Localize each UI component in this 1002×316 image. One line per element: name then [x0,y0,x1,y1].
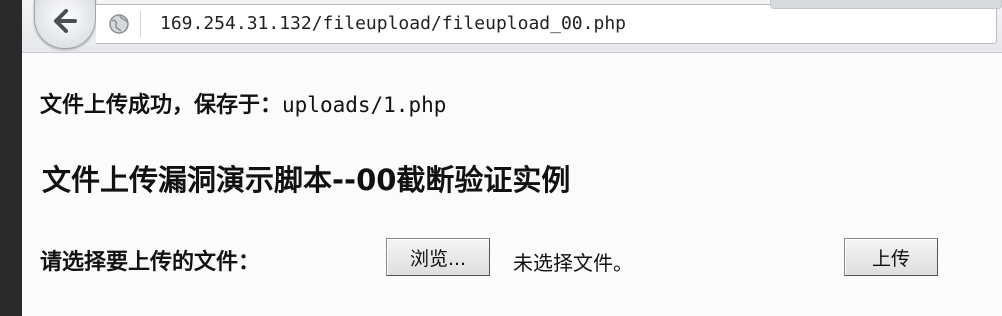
browser-window: 169.254.31.132/fileupload/fileupload_00.… [22,0,1002,316]
globe-icon [109,14,129,34]
upload-button[interactable]: 上传 [844,238,938,276]
page-content: 文件上传成功，保存于：uploads/1.php 文件上传漏洞演示脚本--00截… [22,53,1002,316]
status-prefix: 文件上传成功，保存于： [40,93,283,118]
status-path: uploads/1.php [282,93,447,117]
upload-form: 请选择要上传的文件： 浏览... 未选择文件。 上传 [40,238,1000,282]
url-text[interactable]: 169.254.31.132/fileupload/fileupload_00.… [160,13,626,34]
page-title: 文件上传漏洞演示脚本--00截断验证实例 [42,163,571,197]
upload-status: 文件上传成功，保存于：uploads/1.php [40,87,446,119]
back-button[interactable] [34,0,96,49]
address-divider [140,11,141,37]
back-arrow-icon [54,9,77,33]
file-label: 请选择要上传的文件： [40,250,261,275]
address-bar[interactable]: 169.254.31.132/fileupload/fileupload_00.… [96,4,997,44]
toolbar-edge [770,0,1002,9]
browser-toolbar: 169.254.31.132/fileupload/fileupload_00.… [22,0,1002,53]
no-file-selected-text: 未选择文件。 [513,251,633,275]
browse-button[interactable]: 浏览... [386,238,490,276]
